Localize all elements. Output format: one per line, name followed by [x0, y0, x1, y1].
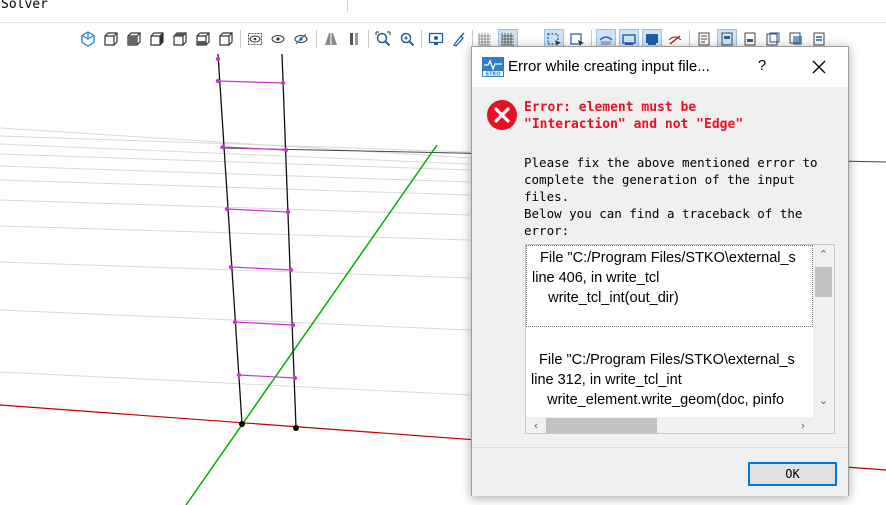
view-front-icon[interactable] [101, 29, 121, 49]
view-top-icon[interactable] [193, 29, 213, 49]
view-right-icon[interactable] [170, 29, 190, 49]
horizontal-scrollbar[interactable]: ‹ › [526, 417, 813, 433]
menubar: Solver [0, 0, 886, 23]
horizontal-scroll-thumb[interactable] [546, 418, 657, 433]
solver-menu[interactable]: Solver [1, 0, 48, 12]
menubar-separator [347, 0, 348, 12]
ok-button[interactable]: OK [748, 462, 837, 486]
scroll-left-icon[interactable]: ‹ [526, 417, 546, 433]
ground-grid [0, 127, 471, 396]
traceback-entry[interactable]: File "C:/Program Files/STKO\external_s l… [526, 348, 813, 410]
dialog-title: Error while creating input file... [508, 58, 710, 75]
toolbar-separator [368, 30, 369, 48]
close-icon[interactable] [808, 56, 830, 78]
error-message: Error: element must be "Interaction" and… [524, 100, 744, 132]
dialog-titlebar[interactable]: STKO Error while creating input file... … [472, 47, 848, 87]
view-left-icon[interactable] [147, 29, 167, 49]
perspective-icon[interactable] [321, 29, 341, 49]
error-icon [487, 100, 517, 130]
show-icon[interactable] [268, 29, 288, 49]
view-back-icon[interactable] [124, 29, 144, 49]
hide-icon[interactable] [245, 29, 265, 49]
scroll-down-icon[interactable]: ⌄ [813, 391, 834, 411]
zoom-fit-icon[interactable] [373, 29, 393, 49]
base-node-right [293, 425, 299, 431]
dialog-body: Error: element must be "Interaction" and… [472, 87, 848, 441]
column-left [217, 54, 243, 425]
help-button[interactable]: ? [752, 57, 772, 77]
zoom-window-icon[interactable] [397, 29, 417, 49]
scroll-up-icon[interactable]: ⌃ [813, 245, 834, 265]
parallel-icon[interactable] [344, 29, 364, 49]
view-iso-icon[interactable] [78, 29, 98, 49]
svg-text:STKO: STKO [486, 72, 501, 78]
stko-app-icon: STKO [482, 57, 504, 77]
toolbar-separator [421, 30, 422, 48]
error-dialog: STKO Error while creating input file... … [471, 46, 849, 496]
toolbar-separator [316, 30, 317, 48]
view-bottom-icon[interactable] [216, 29, 236, 49]
traceback-entry[interactable]: File "C:/Program Files/STKO\external_s l… [526, 245, 813, 327]
traceback-content: File "C:/Program Files/STKO\external_s l… [526, 245, 813, 417]
y-axis [185, 144, 438, 505]
scroll-corner [813, 417, 834, 433]
vertical-scrollbar[interactable]: ⌃ ⌄ [813, 245, 834, 417]
toolbar-separator [240, 30, 241, 48]
dialog-footer: OK [472, 447, 848, 496]
show-only-icon[interactable] [291, 29, 311, 49]
base-node-left [239, 421, 245, 427]
pick-icon[interactable] [449, 29, 469, 49]
scroll-right-icon[interactable]: › [793, 417, 813, 433]
link-nodes [215, 56, 298, 381]
column-right [281, 54, 297, 429]
vertical-scroll-thumb[interactable] [815, 267, 832, 297]
traceback-box[interactable]: File "C:/Program Files/STKO\external_s l… [525, 244, 835, 434]
info-message: Please fix the above mentioned error to … [524, 155, 818, 238]
screenshot-icon[interactable] [426, 29, 446, 49]
